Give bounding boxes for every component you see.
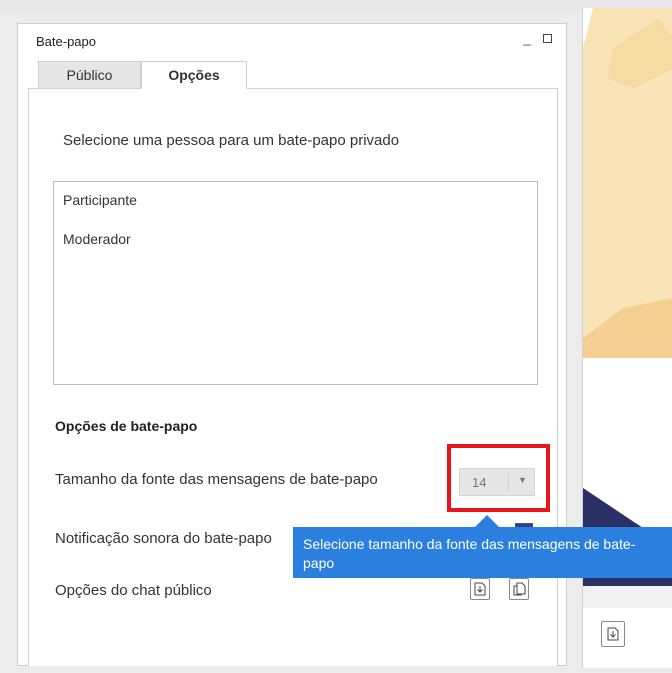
download-slide-button[interactable] [601, 621, 625, 647]
download-icon [607, 627, 619, 641]
download-chat-button[interactable] [470, 578, 490, 600]
download-icon [474, 582, 486, 596]
sound-notification-label: Notificação sonora do bate-papo [55, 530, 272, 547]
minimize-icon: _ [523, 30, 531, 46]
private-chat-prompt: Selecione uma pessoa para um bate-papo p… [63, 132, 400, 149]
chat-options-heading: Opções de bate-papo [55, 418, 198, 434]
list-item[interactable]: Moderador [63, 231, 131, 247]
tab-publico[interactable]: Público [38, 61, 141, 89]
dropdown-arrow-icon: ▼ [518, 475, 527, 485]
panel-title: Bate-papo [36, 34, 96, 49]
copy-icon [513, 582, 525, 596]
font-size-select[interactable]: 14 ▼ [459, 468, 535, 496]
slide-thumbnail [583, 8, 672, 608]
font-size-tooltip: Selecione tamanho da fonte das mensagens… [293, 527, 672, 578]
tab-opcoes[interactable]: Opções [141, 61, 247, 89]
copy-chat-button[interactable] [509, 578, 529, 600]
people-list[interactable]: Participante Moderador [53, 181, 538, 385]
public-chat-options-label: Opções do chat público [55, 582, 212, 599]
maximize-button[interactable] [540, 30, 554, 46]
select-separator [508, 473, 509, 491]
tab-bar: Público Opções [28, 58, 566, 89]
list-item[interactable]: Participante [63, 192, 137, 208]
minimize-button[interactable]: _ [520, 30, 534, 46]
panel-titlebar: Bate-papo _ [18, 24, 566, 58]
tooltip-arrow [475, 515, 499, 527]
top-strip [0, 0, 672, 12]
font-size-label: Tamanho da fonte das mensagens de bate-p… [55, 471, 378, 488]
square-icon [542, 33, 552, 43]
font-size-value: 14 [472, 475, 487, 490]
window-controls: _ [520, 30, 554, 46]
